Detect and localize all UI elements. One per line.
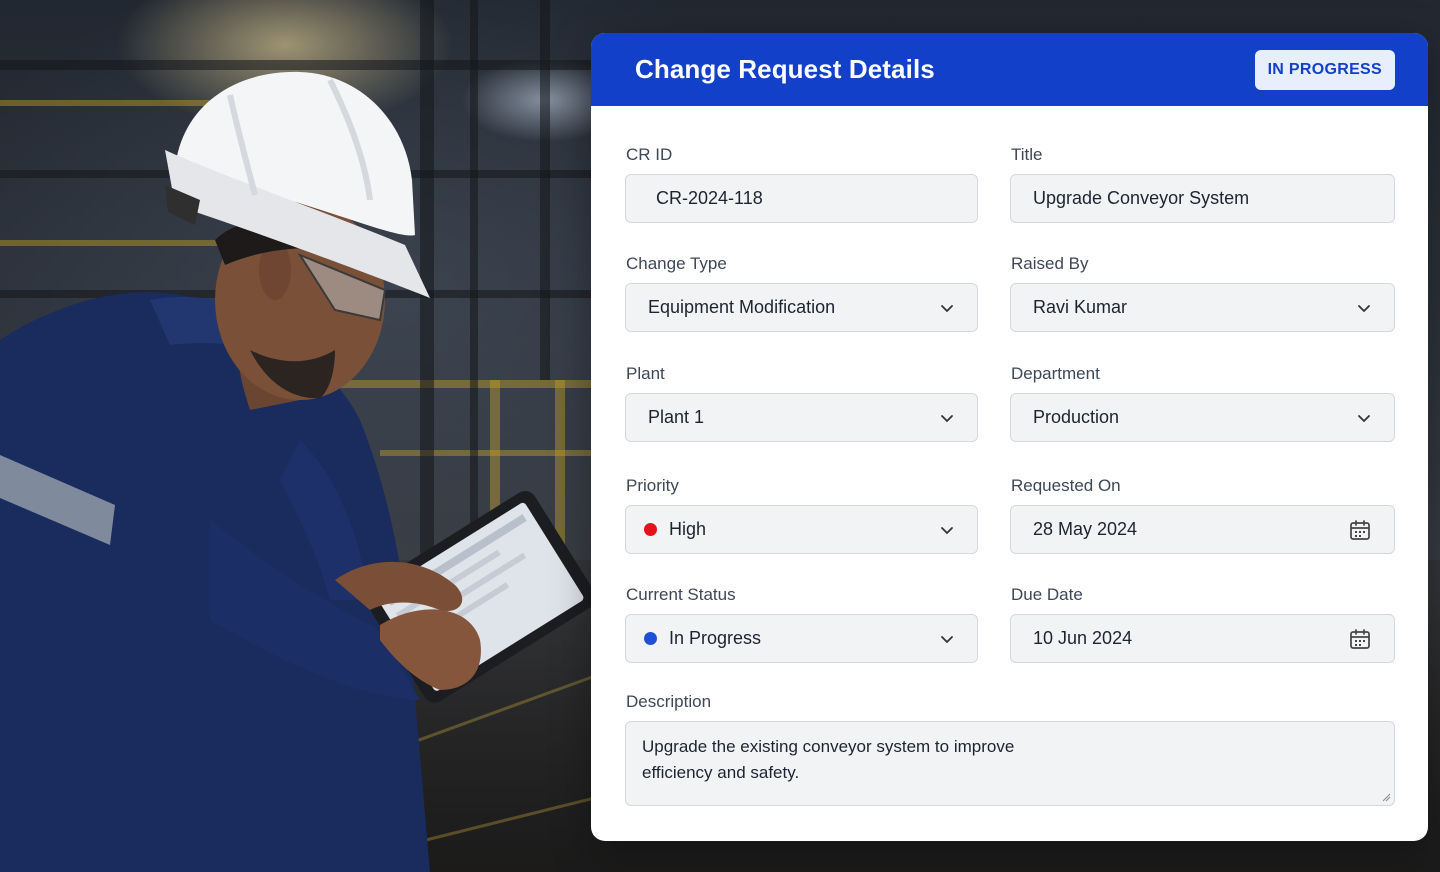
description-textarea[interactable]: Upgrade the existing conveyor system to … — [625, 721, 1395, 806]
cr-id-field[interactable]: CR-2024-118 — [625, 174, 978, 223]
chevron-down-icon — [941, 635, 953, 643]
chevron-down-icon — [941, 304, 953, 312]
current-status-label: Current Status — [626, 585, 736, 604]
description-line-1: Upgrade the existing conveyor system to … — [642, 737, 1015, 756]
plant-value: Plant 1 — [648, 407, 705, 427]
worker-illustration — [0, 71, 596, 872]
raised-by-label: Raised By — [1011, 254, 1089, 273]
current-status-value: In Progress — [669, 628, 762, 648]
chevron-down-icon — [1358, 414, 1370, 422]
description-line-2: efficiency and safety. — [642, 763, 800, 782]
due-date-value: 10 Jun 2024 — [1033, 628, 1133, 648]
card-header: Change Request Details IN PROGRESS — [591, 33, 1428, 106]
due-date-label: Due Date — [1011, 585, 1083, 604]
raised-by-select[interactable]: Ravi Kumar — [1010, 283, 1395, 332]
due-date-field[interactable]: 10 Jun 2024 — [1010, 614, 1395, 663]
calendar-icon[interactable] — [1348, 627, 1372, 651]
priority-dot — [644, 523, 657, 536]
chevron-down-icon — [1358, 304, 1370, 312]
requested-on-label: Requested On — [1011, 476, 1121, 495]
status-badge: IN PROGRESS — [1254, 49, 1395, 90]
department-select[interactable]: Production — [1010, 393, 1395, 442]
requested-on-date-field[interactable]: 28 May 2024 — [1010, 505, 1395, 554]
description-label: Description — [626, 692, 712, 711]
priority-select[interactable]: High — [625, 505, 978, 554]
requested-on-value: 28 May 2024 — [1033, 519, 1138, 539]
department-label: Department — [1011, 364, 1100, 383]
change-request-card: Change Request Details IN PROGRESS CR ID… — [591, 33, 1428, 841]
cr-id-label: CR ID — [626, 145, 673, 164]
calendar-icon[interactable] — [1348, 518, 1372, 542]
title-label: Title — [1011, 145, 1043, 164]
title-value: Upgrade Conveyor System — [1033, 188, 1250, 208]
resize-handle-icon[interactable] — [1381, 792, 1391, 802]
change-type-label: Change Type — [626, 254, 727, 273]
card-title: Change Request Details — [635, 54, 935, 84]
department-value: Production — [1033, 407, 1120, 427]
change-type-value: Equipment Modification — [648, 297, 836, 317]
plant-select[interactable]: Plant 1 — [625, 393, 978, 442]
chevron-down-icon — [941, 414, 953, 422]
change-type-select[interactable]: Equipment Modification — [625, 283, 978, 332]
priority-label: Priority — [626, 476, 679, 495]
chevron-down-icon — [941, 526, 953, 534]
current-status-select[interactable]: In Progress — [625, 614, 978, 663]
priority-value: High — [669, 519, 707, 539]
status-dot — [644, 632, 657, 645]
raised-by-value: Ravi Kumar — [1033, 297, 1128, 317]
cr-id-value: CR-2024-118 — [656, 188, 763, 208]
plant-label: Plant — [626, 364, 665, 383]
title-field[interactable]: Upgrade Conveyor System — [1010, 174, 1395, 223]
